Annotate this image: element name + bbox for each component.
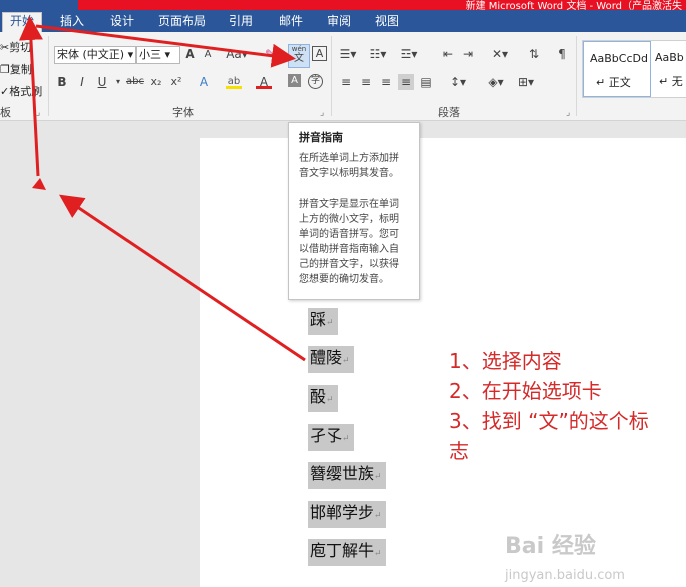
multilevel-list-icon[interactable]: ☲▾ (398, 46, 420, 62)
character-border-icon[interactable]: A (312, 46, 327, 61)
decrease-indent-icon[interactable]: ⇤ (440, 46, 456, 62)
instruction-step-1: 1、选择内容 (449, 349, 562, 373)
title-bar: 新建 Microsoft Word 文档 - Word（产品激活失 (0, 0, 686, 12)
underline-icon[interactable]: U (94, 74, 110, 90)
character-shading-icon[interactable]: A (288, 74, 301, 87)
numbering-icon[interactable]: ☷▾ (368, 46, 388, 62)
document-page[interactable] (200, 138, 686, 587)
clipboard-group-label: 板 (0, 106, 11, 119)
tab-view[interactable]: 视图 (375, 13, 399, 29)
instruction-step-3: 3、找到 “文”的这个标 (449, 409, 649, 433)
document-line[interactable]: 庖丁解牛↵ (308, 539, 386, 566)
change-case-icon[interactable]: Aa▾ (226, 46, 248, 62)
font-name-combo[interactable]: 宋体 (中文正) ▾ (54, 46, 136, 64)
font-size-combo[interactable]: 小三 ▾ (136, 46, 180, 64)
increase-indent-icon[interactable]: ⇥ (460, 46, 476, 62)
instruction-step-2: 2、在开始选项卡 (449, 379, 602, 403)
align-left-icon[interactable]: ≡ (338, 74, 354, 90)
grow-font-icon[interactable]: A (182, 46, 198, 62)
strikethrough-icon[interactable]: abc (124, 74, 146, 90)
style-normal[interactable]: AaBbCcDd ↵ 正文 (583, 41, 651, 97)
paragraph-group-label: 段落 (438, 106, 460, 119)
group-separator (48, 36, 49, 116)
document-line[interactable]: 醴陵↵ (308, 346, 354, 373)
align-center-icon[interactable]: ≡ (358, 74, 374, 90)
instruction-step-3-cont: 志 (449, 439, 469, 463)
sort-icon[interactable]: ⇅ (526, 46, 542, 62)
justify-icon[interactable]: ≡ (398, 74, 414, 90)
bold-icon[interactable]: B (54, 74, 70, 90)
tab-home[interactable]: 开始 (2, 12, 43, 33)
align-right-icon[interactable]: ≡ (378, 74, 394, 90)
asian-layout-icon[interactable]: ✕▾ (490, 46, 510, 62)
tooltip-body-2: 拼音文字是显示在单词 上方的微小文字，标明 单词的语音拼写。您可 以借助拼音指南… (299, 199, 399, 285)
tab-page-layout[interactable]: 页面布局 (158, 13, 206, 29)
ribbon-tabs: 开始 插入 设计 页面布局 引用 邮件 审阅 视图 (0, 10, 686, 33)
phonetic-guide-icon[interactable]: wén 文 (288, 44, 310, 68)
font-launcher-icon[interactable]: ⌟ (320, 108, 324, 118)
paragraph-launcher-icon[interactable]: ⌟ (566, 108, 570, 118)
document-line[interactable]: 孑孓↵ (308, 424, 354, 451)
superscript-icon[interactable]: x² (168, 74, 184, 90)
document-line[interactable]: 酘↵ (308, 385, 338, 412)
styles-gallery: AaBbCcDd ↵ 正文 AaBb ↵ 无 (582, 40, 686, 98)
tab-review[interactable]: 审阅 (327, 13, 351, 29)
baidu-watermark: Bai 经验 jingyan.baidu.com (505, 534, 625, 583)
group-separator (576, 36, 577, 116)
style-nospacing-preview[interactable]: AaBb (655, 51, 684, 64)
borders-icon[interactable]: ⊞▾ (516, 74, 536, 90)
bullets-icon[interactable]: ☰▾ (338, 46, 358, 62)
tab-design[interactable]: 设计 (110, 13, 134, 29)
shrink-font-icon[interactable]: A (200, 47, 216, 63)
italic-icon[interactable]: I (74, 74, 90, 90)
text-effects-icon[interactable]: A (196, 74, 212, 90)
tab-insert[interactable]: 插入 (60, 13, 84, 29)
style-normal-preview: AaBbCcDd (590, 52, 648, 65)
document-line[interactable]: 邯郸学步↵ (308, 501, 386, 528)
format-painter-button[interactable]: ✓格式刷 (0, 84, 42, 100)
shading-icon[interactable]: ◈▾ (486, 74, 506, 90)
clear-formatting-icon[interactable]: ✎ (262, 46, 278, 62)
document-line[interactable]: 簪缨世族↵ (308, 462, 386, 489)
phonetic-guide-tooltip: 拼音指南 在所选单词上方添加拼 音文字以标明其发音。 拼音文字是显示在单词 上方… (288, 122, 420, 300)
enclose-characters-icon[interactable]: 字 (308, 74, 323, 89)
tab-mailings[interactable]: 邮件 (279, 13, 303, 29)
style-normal-name: ↵ 正文 (596, 76, 631, 89)
ribbon: ✂剪切 ❐复制 ✓格式刷 板 ⌟ 宋体 (中文正) ▾ 小三 ▾ A A Aa▾… (0, 32, 686, 121)
group-separator (331, 36, 332, 116)
document-line[interactable]: 踩↵ (308, 308, 338, 335)
font-color-icon[interactable]: A (256, 74, 272, 89)
show-marks-icon[interactable]: ¶ (554, 46, 570, 62)
style-nospacing-name[interactable]: ↵ 无 (659, 73, 683, 89)
subscript-icon[interactable]: x₂ (148, 74, 164, 90)
distributed-icon[interactable]: ▤ (418, 74, 434, 90)
tooltip-title: 拼音指南 (299, 131, 343, 144)
highlight-color-icon[interactable]: ab (226, 74, 242, 89)
clipboard-launcher-icon[interactable]: ⌟ (36, 108, 40, 118)
font-group-label: 字体 (172, 106, 194, 119)
cut-button[interactable]: ✂剪切 (0, 40, 31, 56)
tooltip-body-1: 在所选单词上方添加拼 音文字以标明其发音。 (299, 153, 399, 179)
line-spacing-icon[interactable]: ↕▾ (448, 74, 468, 90)
tab-references[interactable]: 引用 (229, 13, 253, 29)
copy-button[interactable]: ❐复制 (0, 62, 32, 78)
